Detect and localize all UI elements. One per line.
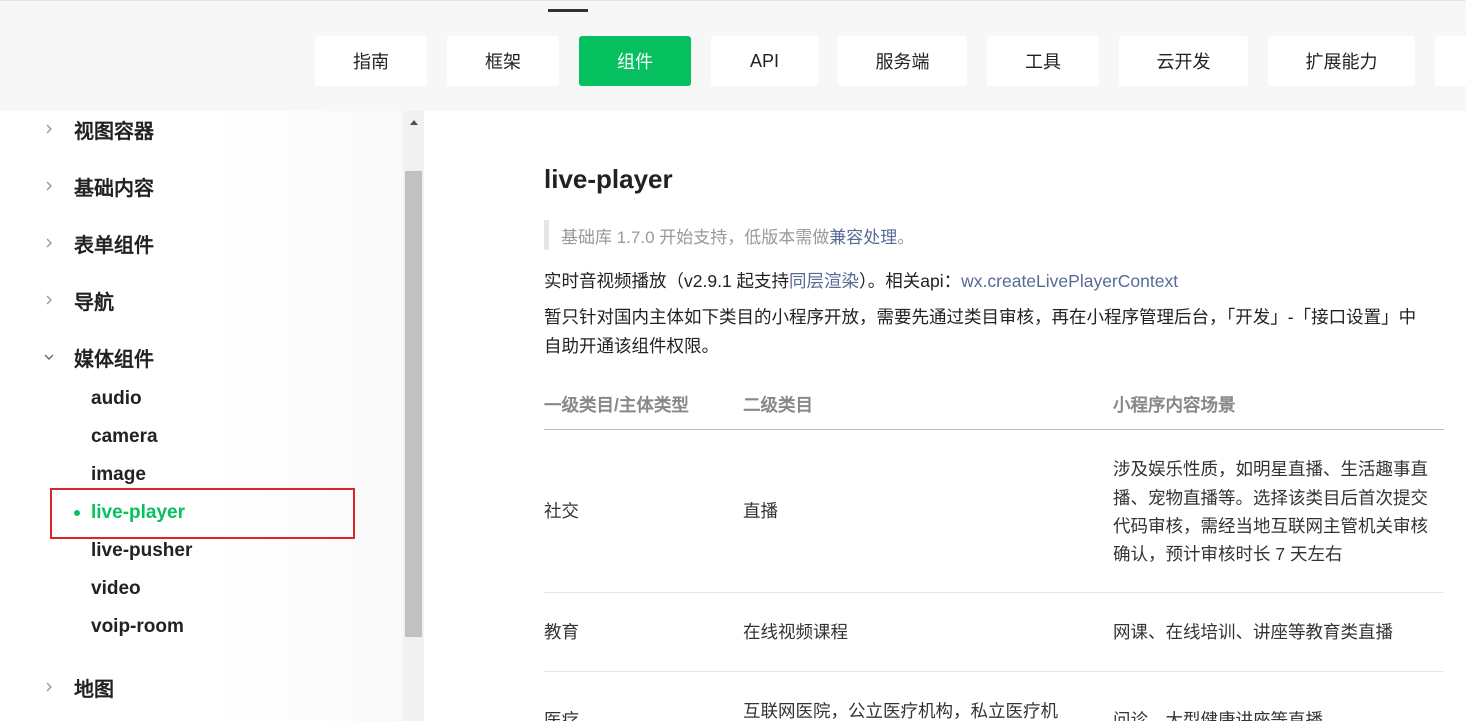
description-line-1: 实时音视频播放（v2.9.1 起支持同层渲染）。相关api：wx.createL… — [544, 267, 1178, 295]
sidebar-item-image[interactable]: image — [91, 460, 146, 490]
sidebar-item-label: 表单组件 — [74, 234, 154, 257]
table-row-divider — [544, 671, 1444, 672]
sidebar-item-voip-room[interactable]: voip-room — [91, 612, 184, 642]
compat-link[interactable]: 兼容处理 — [829, 223, 897, 248]
tab-extensions[interactable]: 扩展能力 — [1268, 36, 1415, 86]
sidebar-item-audio[interactable]: audio — [91, 384, 142, 414]
table-header-scenario: 小程序内容场景 — [1113, 395, 1236, 415]
table-row-divider — [544, 592, 1444, 593]
table-cell: 医疗 — [544, 710, 579, 721]
table-cell: 直播 — [743, 501, 778, 521]
sidebar-item-label: 媒体组件 — [74, 348, 154, 371]
description-text: 实时音视频播放（v2.9.1 起支持 — [544, 271, 790, 291]
sidebar-item-label: 地图 — [74, 678, 114, 701]
table-header-category: 一级类目/主体类型 — [544, 395, 689, 415]
description-text: ）。相关api： — [859, 271, 962, 291]
table-cell-line: 网课、在线培训、讲座等教育类直播 — [1113, 622, 1393, 642]
table-cell: 社交 — [544, 501, 579, 521]
tab-api[interactable]: API — [711, 36, 818, 86]
sidebar-item-navigation[interactable]: 导航 — [0, 280, 400, 320]
chevron-right-icon — [40, 678, 58, 696]
chevron-right-icon — [40, 291, 58, 309]
table-cell: 教育 — [544, 622, 579, 642]
scrollbar-thumb[interactable] — [405, 171, 422, 637]
scroll-up-arrow-icon[interactable] — [403, 111, 424, 133]
sidebar-item-camera[interactable]: camera — [91, 422, 158, 452]
table-header-subcategory: 二级类目 — [743, 395, 813, 415]
description-line-2: 暂只针对国内主体如下类目的小程序开放，需要先通过类目审核，再在小程序管理后台，「… — [544, 307, 1417, 327]
tab-server[interactable]: 服务端 — [838, 36, 967, 86]
chevron-right-icon — [40, 177, 58, 195]
sidebar-item-label: 导航 — [74, 291, 114, 314]
sidebar-item-live-pusher[interactable]: live-pusher — [91, 536, 192, 566]
page-title: live-player — [544, 164, 673, 194]
table-cell-line: 代码审核，需经当地互联网主管机关审核 — [1113, 516, 1428, 536]
tab-cloud-dev[interactable]: 云开发 — [1119, 36, 1248, 86]
same-layer-render-link[interactable]: 同层渲染 — [789, 271, 859, 291]
sidebar-item-video[interactable]: video — [91, 574, 141, 604]
version-note-text: 基础库 1.7.0 开始支持，低版本需做 — [561, 227, 830, 247]
chevron-down-icon — [40, 348, 58, 366]
table-cell-line: 播、宠物直播等。选择该类目后首次提交 — [1113, 488, 1428, 508]
table-cell: 互联网医院，公立医疗机构，私立医疗机 — [743, 701, 1058, 721]
table-cell: 在线视频课程 — [743, 622, 848, 642]
highlight-annotation-box — [50, 488, 355, 539]
tab-more[interactable] — [1435, 36, 1466, 86]
chevron-right-icon — [40, 234, 58, 252]
tab-guide[interactable]: 指南 — [315, 36, 427, 86]
chevron-right-icon — [40, 120, 58, 138]
sidebar-item-map[interactable]: 地图 — [0, 667, 400, 707]
version-note: 基础库 1.7.0 开始支持，低版本需做 兼容处理。 — [544, 220, 1044, 250]
table-cell-line: 确认，预计审核时长 7 天左右 — [1113, 544, 1343, 564]
sidebar-item-label: 视图容器 — [74, 120, 154, 143]
tab-tools[interactable]: 工具 — [987, 36, 1099, 86]
sidebar-item-media-components[interactable]: 媒体组件 — [0, 337, 400, 377]
sidebar-item-view-containers[interactable]: 视图容器 — [0, 109, 400, 149]
table-cell-line: 问诊、大型健康讲座等直播 — [1113, 710, 1323, 721]
table-header-divider — [544, 429, 1444, 430]
sidebar-item-form-components[interactable]: 表单组件 — [0, 223, 400, 263]
api-context-link[interactable]: wx.createLivePlayerContext — [961, 271, 1178, 291]
description-line-3: 自助开通该组件权限。 — [544, 336, 719, 356]
table-cell-line: 涉及娱乐性质，如明星直播、生活趣事直 — [1113, 459, 1428, 479]
version-note-suffix: 。 — [897, 227, 915, 247]
header-indicator — [548, 9, 588, 12]
tab-framework[interactable]: 框架 — [447, 36, 559, 86]
sidebar-item-label: 基础内容 — [74, 177, 154, 200]
sidebar-item-basic-content[interactable]: 基础内容 — [0, 166, 400, 206]
tab-components[interactable]: 组件 — [579, 36, 691, 86]
